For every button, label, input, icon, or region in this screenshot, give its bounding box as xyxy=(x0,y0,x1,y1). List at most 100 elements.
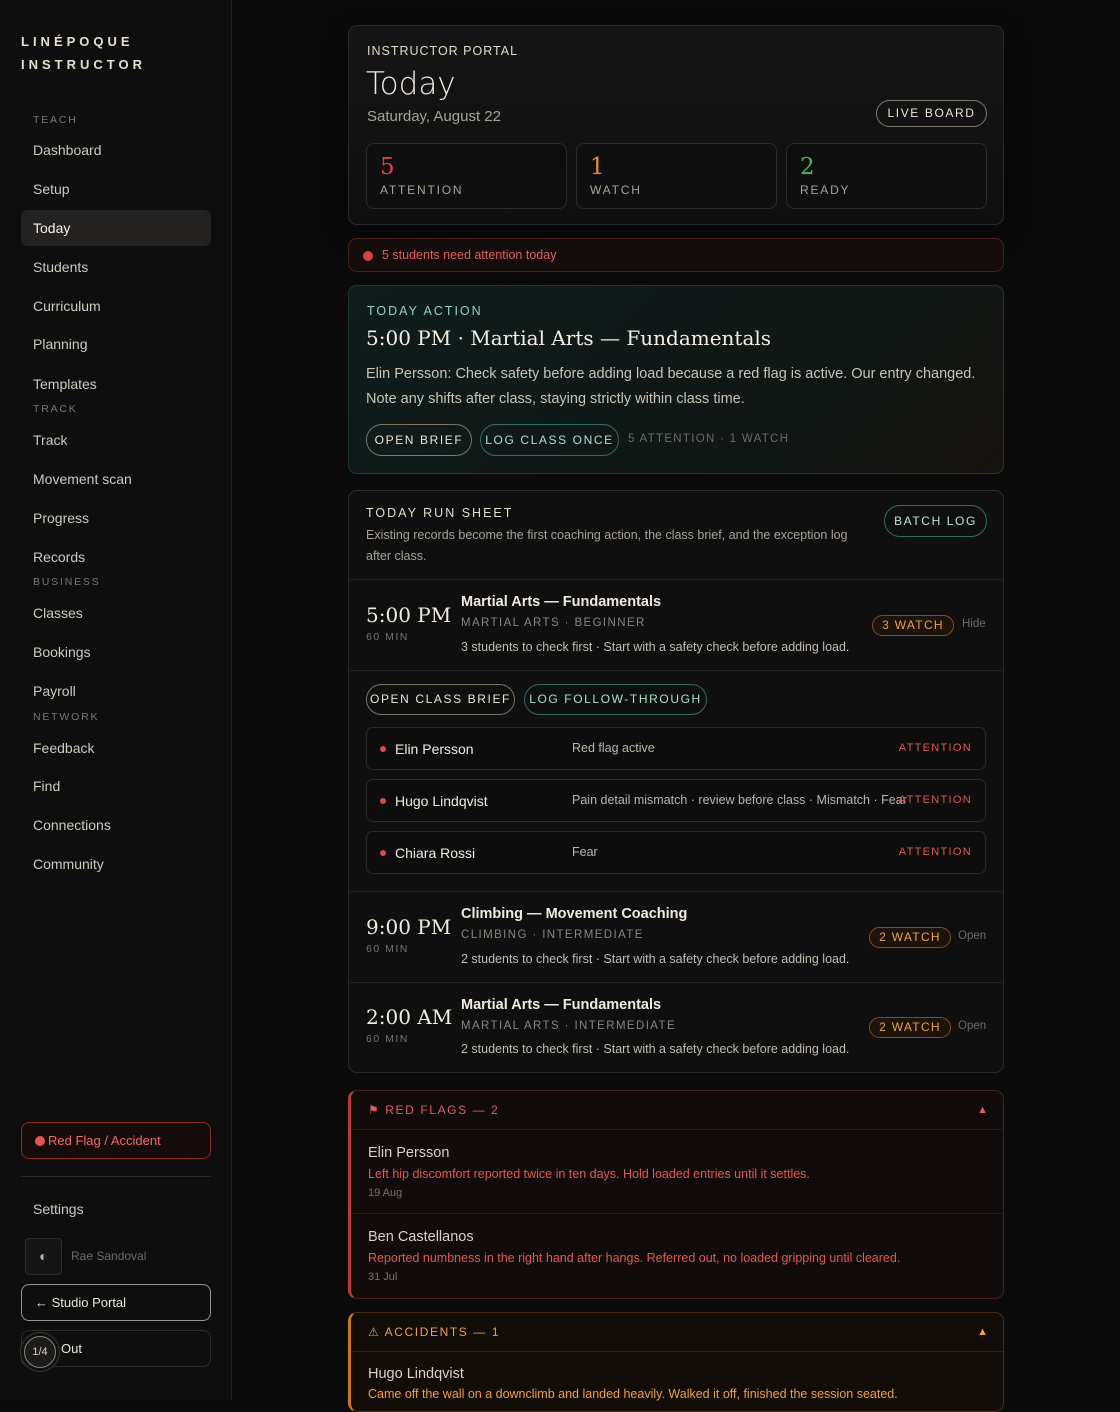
user-name: Rae Sandoval xyxy=(71,1249,147,1263)
entry-date: 19 Aug xyxy=(368,1187,403,1199)
student-reason: Pain detail mismatch · review before cla… xyxy=(572,793,907,807)
red-flags-header[interactable]: ⚑ RED FLAGS — 2 xyxy=(368,1103,499,1117)
class-subtitle: MARTIAL ARTS · INTERMEDIATE xyxy=(461,1020,677,1032)
student-row[interactable]: Elin Persson Red flag active ATTENTION xyxy=(366,727,986,770)
class-duration: 60 MIN xyxy=(366,1033,409,1045)
hide-toggle[interactable]: Hide xyxy=(962,618,986,630)
nav-today[interactable]: Today xyxy=(21,210,211,246)
status-dot-icon xyxy=(380,798,386,804)
student-status: ATTENTION xyxy=(898,742,972,754)
entry-text: Left hip discomfort reported twice in te… xyxy=(368,1167,810,1181)
nav-setup[interactable]: Setup xyxy=(21,171,211,207)
student-status: ATTENTION xyxy=(898,794,972,806)
run-sheet-card: TODAY RUN SHEET Existing records become … xyxy=(348,490,1004,1073)
stat-watch[interactable]: 1 WATCH xyxy=(576,143,777,209)
class-info: 3 students to check first · Start with a… xyxy=(461,640,850,654)
nav-records[interactable]: Records xyxy=(21,539,211,575)
section-label-teach: TEACH xyxy=(33,114,78,126)
class-time: 2:00 AM xyxy=(366,1005,453,1029)
stat-attention[interactable]: 5 ATTENTION xyxy=(366,143,567,209)
open-toggle[interactable]: Open xyxy=(958,1020,986,1032)
divider xyxy=(349,579,1003,580)
divider xyxy=(349,982,1003,983)
collapse-icon[interactable]: ▲ xyxy=(977,1104,988,1116)
student-name: Elin Persson xyxy=(395,741,474,757)
nav-curriculum[interactable]: Curriculum xyxy=(21,288,211,324)
status-dot-icon xyxy=(380,850,386,856)
entry-name: Ben Castellanos xyxy=(368,1229,474,1245)
class-info: 2 students to check first · Start with a… xyxy=(461,952,850,966)
nav-dashboard[interactable]: Dashboard xyxy=(21,132,211,168)
nav-feedback[interactable]: Feedback xyxy=(21,730,211,766)
today-action-title: 5:00 PM · Martial Arts — Fundamentals xyxy=(366,326,772,350)
entry-name: Elin Persson xyxy=(368,1145,450,1161)
studio-portal-button[interactable]: ← Studio Portal xyxy=(21,1284,211,1321)
class-time: 9:00 PM xyxy=(366,915,452,939)
student-name: Hugo Lindqvist xyxy=(395,793,488,809)
student-row[interactable]: Chiara Rossi Fear ATTENTION xyxy=(366,831,986,874)
section-label-business: BUSINESS xyxy=(33,576,101,588)
open-toggle[interactable]: Open xyxy=(958,930,986,942)
today-action-body: Elin Persson: Check safety before adding… xyxy=(366,366,976,407)
today-action-meta: 5 ATTENTION · 1 WATCH xyxy=(628,433,790,445)
stat-value: 1 xyxy=(590,154,605,180)
class-duration: 60 MIN xyxy=(366,631,409,643)
nav-payroll[interactable]: Payroll xyxy=(21,673,211,709)
page-title: Today xyxy=(366,66,456,102)
nav-bookings[interactable]: Bookings xyxy=(21,634,211,670)
hero-card: INSTRUCTOR PORTAL Today Saturday, August… xyxy=(348,25,1004,225)
alert-dot-icon xyxy=(363,251,373,261)
page-date: Saturday, August 22 xyxy=(367,108,501,125)
today-action-card: TODAY ACTION 5:00 PM · Martial Arts — Fu… xyxy=(348,285,1004,474)
nav-planning[interactable]: Planning xyxy=(21,326,211,362)
settings-link[interactable]: Settings xyxy=(33,1201,84,1217)
student-name: Chiara Rossi xyxy=(395,845,476,861)
class-duration: 60 MIN xyxy=(366,943,409,955)
run-sheet-kicker: TODAY RUN SHEET xyxy=(366,506,514,520)
page-indicator[interactable]: 1/4 xyxy=(24,1336,56,1368)
nav-templates[interactable]: Templates xyxy=(21,366,211,402)
log-follow-through-button[interactable]: LOG FOLLOW-THROUGH xyxy=(524,684,707,715)
student-status: ATTENTION xyxy=(898,846,972,858)
class-name: Martial Arts — Fundamentals xyxy=(461,997,662,1013)
alert-text: 5 students need attention today xyxy=(382,248,557,262)
theme-icon[interactable]: ◐ xyxy=(25,1238,62,1275)
entry-name: Hugo Lindqvist xyxy=(368,1366,464,1382)
section-label-track: TRACK xyxy=(33,403,78,415)
red-flags-card: ⚑ RED FLAGS — 2 ▲ Elin Persson Left hip … xyxy=(348,1090,1005,1299)
status-dot-icon xyxy=(380,746,386,752)
nav-connections[interactable]: Connections xyxy=(21,807,211,843)
nav-classes[interactable]: Classes xyxy=(21,595,211,631)
student-reason: Red flag active xyxy=(572,741,655,755)
student-reason: Fear xyxy=(572,845,598,859)
red-flag-accident-button[interactable]: Red Flag / Accident xyxy=(21,1122,211,1159)
log-class-once-button[interactable]: LOG CLASS ONCE xyxy=(480,424,619,456)
stat-value: 5 xyxy=(380,154,395,180)
collapse-icon[interactable]: ▲ xyxy=(977,1326,988,1338)
nav-movement-scan[interactable]: Movement scan xyxy=(21,461,211,497)
divider xyxy=(351,1351,1005,1352)
batch-log-button[interactable]: BATCH LOG xyxy=(884,505,987,537)
divider xyxy=(351,1213,1005,1214)
nav-community[interactable]: Community xyxy=(21,846,211,882)
sidebar: LINÉPOQUE INSTRUCTOR TEACH Dashboard Set… xyxy=(0,0,232,1400)
nav-find[interactable]: Find xyxy=(21,768,211,804)
nav-track[interactable]: Track xyxy=(21,422,211,458)
accidents-header[interactable]: ⚠ ACCIDENTS — 1 xyxy=(368,1325,500,1339)
open-class-brief-button[interactable]: OPEN CLASS BRIEF xyxy=(366,684,515,715)
entry-date: 31 Jul xyxy=(368,1271,398,1283)
attention-alert[interactable]: 5 students need attention today xyxy=(348,238,1004,272)
open-brief-button[interactable]: OPEN BRIEF xyxy=(366,424,472,456)
red-dot-icon xyxy=(35,1136,45,1146)
divider xyxy=(349,670,1003,671)
nav-progress[interactable]: Progress xyxy=(21,500,211,536)
nav-students[interactable]: Students xyxy=(21,249,211,285)
today-action-kicker: TODAY ACTION xyxy=(367,304,483,318)
stat-ready[interactable]: 2 READY xyxy=(786,143,987,209)
section-label-network: NETWORK xyxy=(33,711,100,723)
stat-label: WATCH xyxy=(590,183,642,197)
student-row[interactable]: Hugo Lindqvist Pain detail mismatch · re… xyxy=(366,779,986,822)
watch-badge: 3 WATCH xyxy=(872,615,954,636)
live-board-button[interactable]: LIVE BOARD xyxy=(876,100,987,127)
accidents-card: ⚠ ACCIDENTS — 1 ▲ Hugo Lindqvist Came of… xyxy=(348,1312,1005,1412)
